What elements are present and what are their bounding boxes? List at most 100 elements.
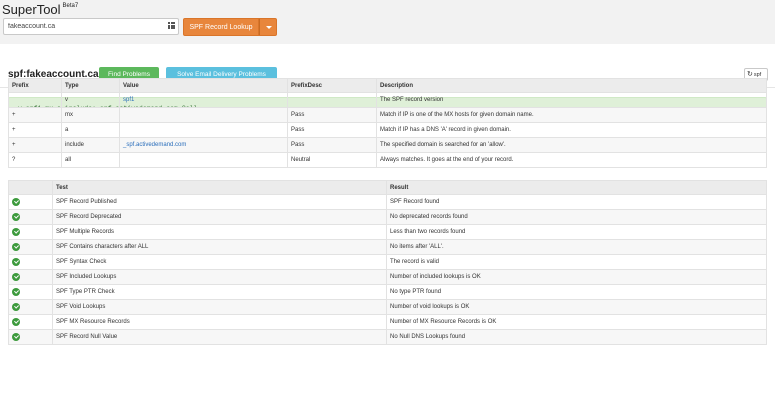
table-row: SPF MX Resource Records Number of MX Reso… — [8, 314, 767, 330]
table-row: v spf1 The SPF record version — [8, 92, 767, 108]
check-circle-icon — [12, 213, 20, 221]
description-cell: Match if IP has a DNS 'A' record in give… — [376, 122, 767, 138]
prefixdesc-cell: Neutral — [287, 152, 377, 168]
table-row: SPF Void Lookups Number of void lookups i… — [8, 299, 767, 315]
value-cell: _spf.activedemand.com — [119, 137, 288, 153]
value-cell — [119, 122, 288, 138]
status-cell — [8, 194, 53, 210]
include-domain-link[interactable]: spf1 — [123, 97, 134, 103]
column-header — [8, 180, 53, 195]
type-cell: v — [61, 92, 120, 108]
test-result-cell: No Null DNS Lookups found — [386, 329, 767, 345]
column-header: Test — [52, 180, 387, 195]
description-cell: Match if IP is one of the MX hosts for g… — [376, 107, 767, 123]
test-name-cell: SPF Syntax Check — [52, 254, 387, 270]
domain-input[interactable] — [3, 18, 179, 35]
test-result-cell: Number of MX Resource Records is OK — [386, 314, 767, 330]
type-cell: all — [61, 152, 120, 168]
test-name-cell: SPF Type PTR Check — [52, 284, 387, 300]
grid-icon[interactable] — [168, 22, 175, 29]
table-header-row: Test Result — [8, 180, 767, 195]
check-circle-icon — [12, 198, 20, 206]
status-cell — [8, 299, 53, 315]
status-cell — [8, 224, 53, 240]
prefixdesc-cell: Pass — [287, 137, 377, 153]
prefixdesc-cell — [287, 92, 377, 108]
table-row: + include _spf.activedemand.com Pass The spe… — [8, 137, 767, 153]
test-name-cell: SPF Void Lookups — [52, 299, 387, 315]
check-circle-icon — [12, 228, 20, 236]
table-row: SPF Record Null Value No Null DNS Lookups… — [8, 329, 767, 345]
status-cell — [8, 284, 53, 300]
prefix-cell: + — [8, 107, 62, 123]
check-circle-icon — [12, 243, 20, 251]
caret-down-icon[interactable] — [259, 18, 277, 36]
status-cell — [8, 329, 53, 345]
table-row: + mx Pass Match if IP is one of the MX host… — [8, 107, 767, 123]
status-cell — [8, 209, 53, 225]
table-row: SPF Contains characters after ALL No item… — [8, 239, 767, 255]
table-row: SPF Record Deprecated No deprecated recor… — [8, 209, 767, 225]
spf-records-table: Prefix Type Value PrefixDesc Description… — [8, 78, 767, 168]
test-result-cell: No type PTR found — [386, 284, 767, 300]
test-result-cell: The record is valid — [386, 254, 767, 270]
prefix-cell: + — [8, 137, 62, 153]
table-row: SPF Included Lookups Number of included l… — [8, 269, 767, 285]
test-name-cell: SPF Record Published — [52, 194, 387, 210]
table-row: SPF Type PTR Check No type PTR found — [8, 284, 767, 300]
test-result-cell: Number of included lookups is OK — [386, 269, 767, 285]
header-bar: SuperToolBeta7 SPF Record Lookup — [0, 0, 775, 44]
table-row: SPF Multiple Records Less than two record… — [8, 224, 767, 240]
check-circle-icon — [12, 333, 20, 341]
check-circle-icon — [12, 258, 20, 266]
spf-tests-table: Test Result SPF Record Published SPF Reco… — [8, 180, 767, 345]
table-header-row: Prefix Type Value PrefixDesc Description — [8, 78, 767, 93]
type-cell: a — [61, 122, 120, 138]
test-result-cell: No items after 'ALL'. — [386, 239, 767, 255]
status-cell — [8, 254, 53, 270]
status-cell — [8, 269, 53, 285]
table-row: SPF Record Published SPF Record found — [8, 194, 767, 210]
check-circle-icon — [12, 288, 20, 296]
test-name-cell: SPF Record Deprecated — [52, 209, 387, 225]
test-name-cell: SPF Multiple Records — [52, 224, 387, 240]
value-cell — [119, 107, 288, 123]
test-name-cell: SPF Record Null Value — [52, 329, 387, 345]
description-cell: The specified domain is searched for an … — [376, 137, 767, 153]
check-circle-icon — [12, 303, 20, 311]
type-cell: include — [61, 137, 120, 153]
refresh-icon: ↻ — [747, 71, 753, 78]
app-brand[interactable]: SuperTool Beta7 — [2, 2, 78, 17]
prefixdesc-cell: Pass — [287, 107, 377, 123]
prefix-cell: ? — [8, 152, 62, 168]
test-result-cell: Less than two records found — [386, 224, 767, 240]
status-cell — [8, 314, 53, 330]
include-domain-link[interactable]: _spf.activedemand.com — [123, 142, 186, 148]
value-cell — [119, 152, 288, 168]
prefix-cell — [8, 92, 62, 108]
prefixdesc-cell: Pass — [287, 122, 377, 138]
column-header: PrefixDesc — [287, 78, 377, 93]
app-name: SuperTool — [2, 2, 61, 17]
test-name-cell: SPF Contains characters after ALL — [52, 239, 387, 255]
table-row: SPF Syntax Check The record is valid — [8, 254, 767, 270]
type-cell: mx — [61, 107, 120, 123]
beta-badge: Beta7 — [62, 3, 79, 9]
check-circle-icon — [12, 318, 20, 326]
column-header: Prefix — [8, 78, 62, 93]
test-name-cell: SPF Included Lookups — [52, 269, 387, 285]
status-cell — [8, 239, 53, 255]
table-row: ? all Neutral Always matches. It goes at th… — [8, 152, 767, 168]
prefix-cell: + — [8, 122, 62, 138]
column-header: Result — [386, 180, 767, 195]
description-cell: Always matches. It goes at the end of yo… — [376, 152, 767, 168]
test-result-cell: No deprecated records found — [386, 209, 767, 225]
column-header: Value — [119, 78, 288, 93]
test-result-cell: Number of void lookups is OK — [386, 299, 767, 315]
table-row: + a Pass Match if IP has a DNS 'A' record i… — [8, 122, 767, 138]
test-result-cell: SPF Record found — [386, 194, 767, 210]
column-header: Description — [376, 78, 767, 93]
spf-record-lookup-button[interactable]: SPF Record Lookup — [183, 18, 259, 36]
column-header: Type — [61, 78, 120, 93]
value-cell: spf1 — [119, 92, 288, 108]
